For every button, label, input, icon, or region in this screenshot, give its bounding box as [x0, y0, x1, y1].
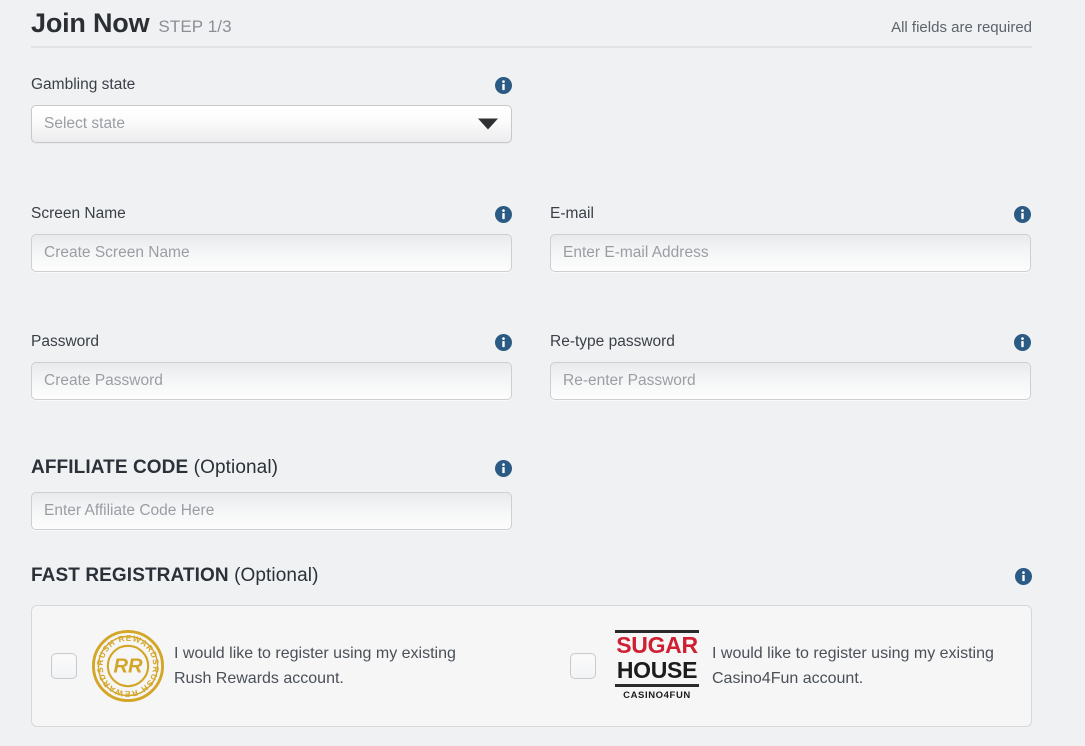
sugarhouse-casino4fun-logo: SUGAR HOUSE CASINO4FUN — [615, 629, 699, 703]
retype-password-label: Re-type password — [550, 333, 675, 350]
fast-option-casino4fun[interactable]: SUGAR HOUSE CASINO4FUN I would like to r… — [570, 606, 1012, 726]
svg-text:RR: RR — [113, 655, 143, 677]
screen-name-label: Screen Name — [31, 205, 126, 222]
page-header: Join Now STEP 1/3 All fields are require… — [31, 8, 1032, 48]
password-label-row: Password — [31, 332, 512, 352]
fast-option-rush-rewards[interactable]: · RUSH REWARDS · · RUSH REWARDS · RR I w… — [51, 606, 474, 726]
affiliate-code-input[interactable] — [31, 492, 512, 530]
sugarhouse-logo-casino4fun: CASINO4FUN — [623, 689, 691, 701]
field-email: E-mail — [550, 204, 1031, 272]
field-gambling-state: Gambling state Select state — [31, 75, 512, 143]
affiliate-code-label-bold: AFFILIATE CODE — [31, 457, 189, 478]
retype-password-input[interactable] — [550, 362, 1031, 400]
retype-password-label-row: Re-type password — [550, 332, 1031, 352]
rush-rewards-logo: · RUSH REWARDS · · RUSH REWARDS · RR — [90, 623, 164, 702]
fast-registration-card: · RUSH REWARDS · · RUSH REWARDS · RR I w… — [31, 605, 1032, 727]
step-indicator: STEP 1/3 — [158, 17, 232, 36]
gambling-state-select-wrap[interactable]: Select state — [31, 105, 512, 143]
info-icon[interactable] — [495, 76, 512, 94]
fast-registration-label-bold: FAST REGISTRATION — [31, 565, 229, 586]
gambling-state-label: Gambling state — [31, 76, 136, 93]
sugarhouse-logo-sugar: SUGAR — [616, 631, 698, 658]
affiliate-code-label-optional: (Optional) — [193, 457, 279, 478]
join-now-page: Join Now STEP 1/3 All fields are require… — [0, 0, 1085, 746]
info-icon[interactable] — [1014, 205, 1031, 223]
required-fields-note: All fields are required — [891, 19, 1032, 36]
casino4fun-checkbox[interactable] — [570, 653, 596, 679]
email-input[interactable] — [550, 234, 1031, 272]
fast-registration-label: FAST REGISTRATION (Optional) — [31, 565, 319, 587]
page-title: Join Now — [31, 8, 150, 38]
field-retype-password: Re-type password — [550, 332, 1031, 400]
gambling-state-select[interactable]: Select state — [31, 105, 512, 143]
casino4fun-option-text: I would like to register using my existi… — [712, 645, 994, 687]
field-password: Password — [31, 332, 512, 400]
gambling-state-label-row: Gambling state — [31, 75, 512, 95]
password-label: Password — [31, 333, 100, 350]
screen-name-input[interactable] — [31, 234, 512, 272]
field-screen-name: Screen Name — [31, 204, 512, 272]
affiliate-code-label-row: AFFILIATE CODE (Optional) — [31, 457, 512, 479]
fast-registration-label-row: FAST REGISTRATION (Optional) — [31, 565, 1032, 587]
sugarhouse-rule-bottom — [615, 683, 699, 687]
password-input[interactable] — [31, 362, 512, 400]
info-icon[interactable] — [495, 459, 512, 477]
fast-registration-header: FAST REGISTRATION (Optional) — [31, 565, 1032, 596]
sugarhouse-logo-house: HOUSE — [616, 656, 698, 683]
affiliate-code-label: AFFILIATE CODE (Optional) — [31, 457, 278, 479]
email-label-row: E-mail — [550, 204, 1031, 224]
info-icon[interactable] — [1014, 333, 1031, 351]
rush-rewards-checkbox[interactable] — [51, 653, 77, 679]
screen-name-label-row: Screen Name — [31, 204, 512, 224]
field-affiliate-code: AFFILIATE CODE (Optional) — [31, 457, 512, 530]
info-icon[interactable] — [495, 205, 512, 223]
header-title-group: Join Now STEP 1/3 — [31, 8, 232, 38]
info-icon[interactable] — [495, 333, 512, 351]
info-icon[interactable] — [1015, 567, 1032, 585]
email-label: E-mail — [550, 205, 594, 222]
rush-rewards-option-text: I would like to register using my existi… — [174, 645, 456, 687]
fast-registration-label-optional: (Optional) — [234, 565, 319, 586]
